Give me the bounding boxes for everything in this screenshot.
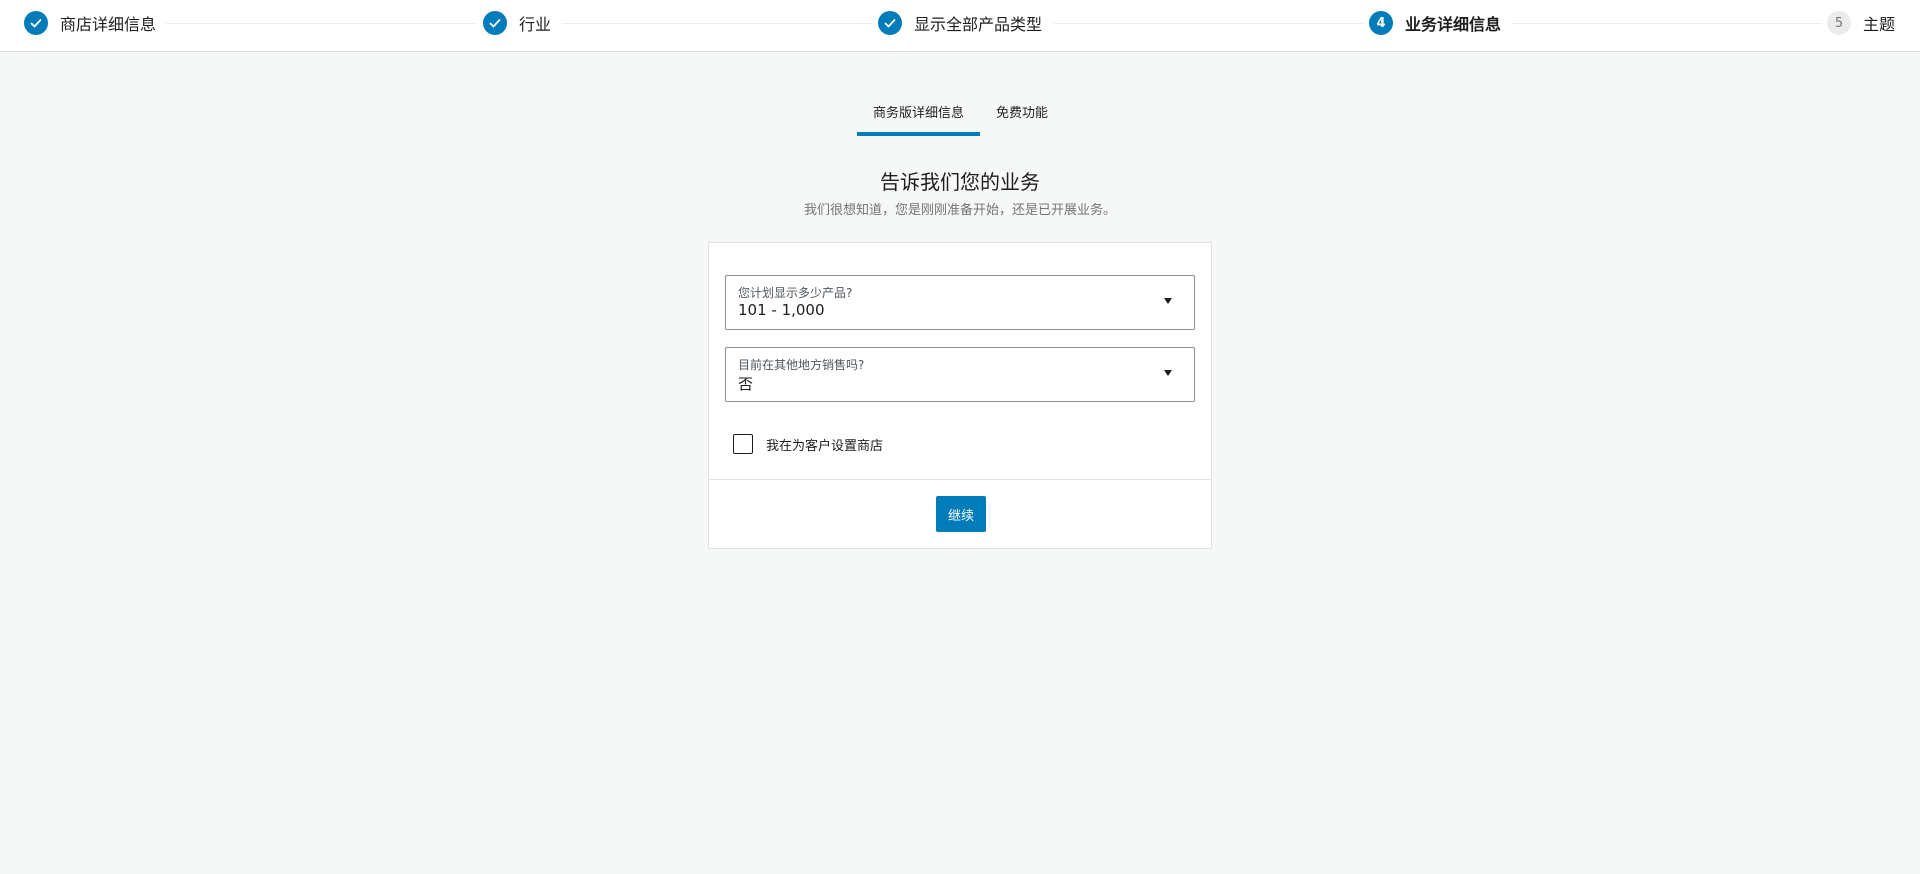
check-icon (483, 11, 507, 35)
card-divider (709, 479, 1211, 480)
step-connector (562, 23, 872, 24)
continue-button[interactable]: 继续 (936, 496, 986, 532)
select-label: 目前在其他地方销售吗? (738, 358, 865, 372)
step-label: 商店详细信息 (60, 15, 157, 34)
business-details-card: 您计划显示多少产品? 101 - 1,000 目前在其他地方销售吗? 否 我在为… (708, 242, 1212, 549)
product-count-select[interactable]: 您计划显示多少产品? 101 - 1,000 (725, 275, 1195, 330)
step-label: 主题 (1863, 15, 1896, 34)
select-value: 否 (738, 375, 754, 393)
step-label: 显示全部产品类型 (914, 15, 1043, 34)
step-business-details[interactable]: 4 业务详细信息 (1369, 11, 1501, 35)
tab-business-details[interactable]: 商务版详细信息 (857, 102, 981, 136)
step-label: 行业 (519, 15, 552, 34)
selling-elsewhere-select[interactable]: 目前在其他地方销售吗? 否 (725, 347, 1195, 402)
caret-down-icon (1164, 370, 1172, 376)
tab-bar: 商务版详细信息 免费功能 (857, 102, 1064, 136)
check-icon (878, 11, 902, 35)
step-connector (1512, 23, 1822, 24)
step-theme[interactable]: 5 主题 (1827, 11, 1895, 35)
client-setup-option[interactable]: 我在为客户设置商店 (733, 434, 883, 454)
step-product-types[interactable]: 显示全部产品类型 (878, 11, 1042, 35)
caret-down-icon (1164, 298, 1172, 304)
page-title: 告诉我们您的业务 (880, 170, 1040, 194)
step-industry[interactable]: 行业 (483, 11, 551, 35)
step-number: 5 (1827, 11, 1851, 35)
step-label: 业务详细信息 (1405, 15, 1502, 34)
step-store-details[interactable]: 商店详细信息 (24, 11, 156, 35)
check-icon (24, 11, 48, 35)
select-value: 101 - 1,000 (738, 301, 825, 319)
page-subtitle: 我们很想知道，您是刚刚准备开始，还是已开展业务。 (803, 203, 1116, 218)
tab-free-features[interactable]: 免费功能 (980, 102, 1064, 136)
step-number: 4 (1369, 11, 1393, 35)
client-setup-checkbox[interactable] (733, 434, 753, 454)
select-label: 您计划显示多少产品? (738, 286, 853, 300)
setup-stepper: 商店详细信息 行业 显示全部产品类型 4 业务详细信息 5 主题 (0, 0, 1920, 52)
step-connector (166, 23, 476, 24)
checkbox-label: 我在为客户设置商店 (766, 438, 884, 454)
step-connector (1054, 23, 1364, 24)
